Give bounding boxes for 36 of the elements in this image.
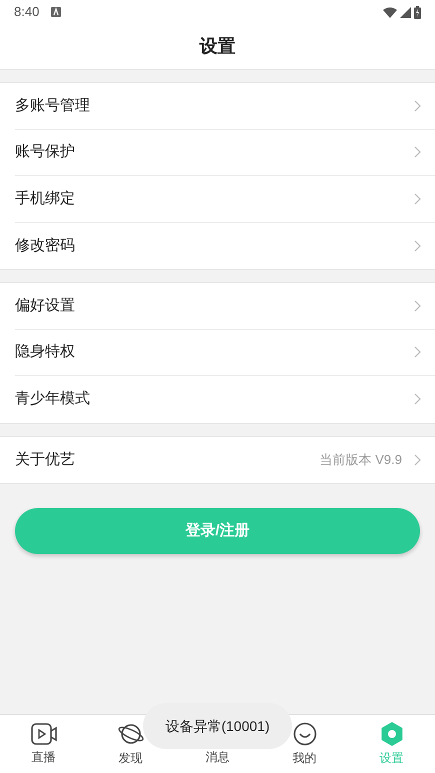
wifi-icon [383, 6, 397, 18]
settings-row[interactable]: 多账号管理 [15, 83, 435, 130]
settings-row[interactable]: 青少年模式 [15, 376, 435, 422]
settings-row[interactable]: 账号保护 [15, 130, 435, 176]
row-label: 手机绑定 [15, 188, 75, 208]
row-label: 账号保护 [15, 142, 75, 162]
video-camera-icon [30, 722, 56, 744]
chevron-right-icon [414, 240, 421, 252]
row-label: 隐身特权 [15, 342, 75, 362]
row-label: 偏好设置 [15, 296, 75, 316]
settings-icon [380, 722, 402, 746]
row-label: 青少年模式 [15, 389, 90, 409]
notification-icon [51, 7, 62, 17]
chevron-right-icon [414, 346, 421, 358]
settings-row[interactable]: 偏好设置 [15, 283, 435, 330]
page-title: 设置 [200, 35, 236, 58]
chevron-right-icon [414, 300, 421, 312]
row-label: 修改密码 [15, 236, 75, 256]
battery-icon [414, 6, 421, 18]
planet-icon [118, 722, 144, 746]
chevron-right-icon [414, 393, 421, 406]
smiley-icon [292, 722, 316, 746]
status-time: 8:40 [14, 3, 40, 22]
signal-icon [400, 6, 411, 18]
row-label: 关于优艺 [15, 450, 75, 470]
row-label: 多账号管理 [15, 96, 90, 116]
error-toast: 设备异常(10001) [143, 703, 292, 749]
chevron-right-icon [414, 146, 421, 158]
chevron-right-icon [414, 192, 421, 205]
settings-row[interactable]: 修改密码 [15, 222, 435, 269]
settings-row[interactable]: 手机绑定 [15, 176, 435, 222]
version-text: 当前版本 V9.9 [320, 451, 402, 469]
nav-tab[interactable]: 直播 [0, 715, 87, 773]
settings-row[interactable]: 隐身特权 [15, 330, 435, 376]
chevron-right-icon [414, 100, 421, 112]
chevron-right-icon [414, 454, 421, 466]
